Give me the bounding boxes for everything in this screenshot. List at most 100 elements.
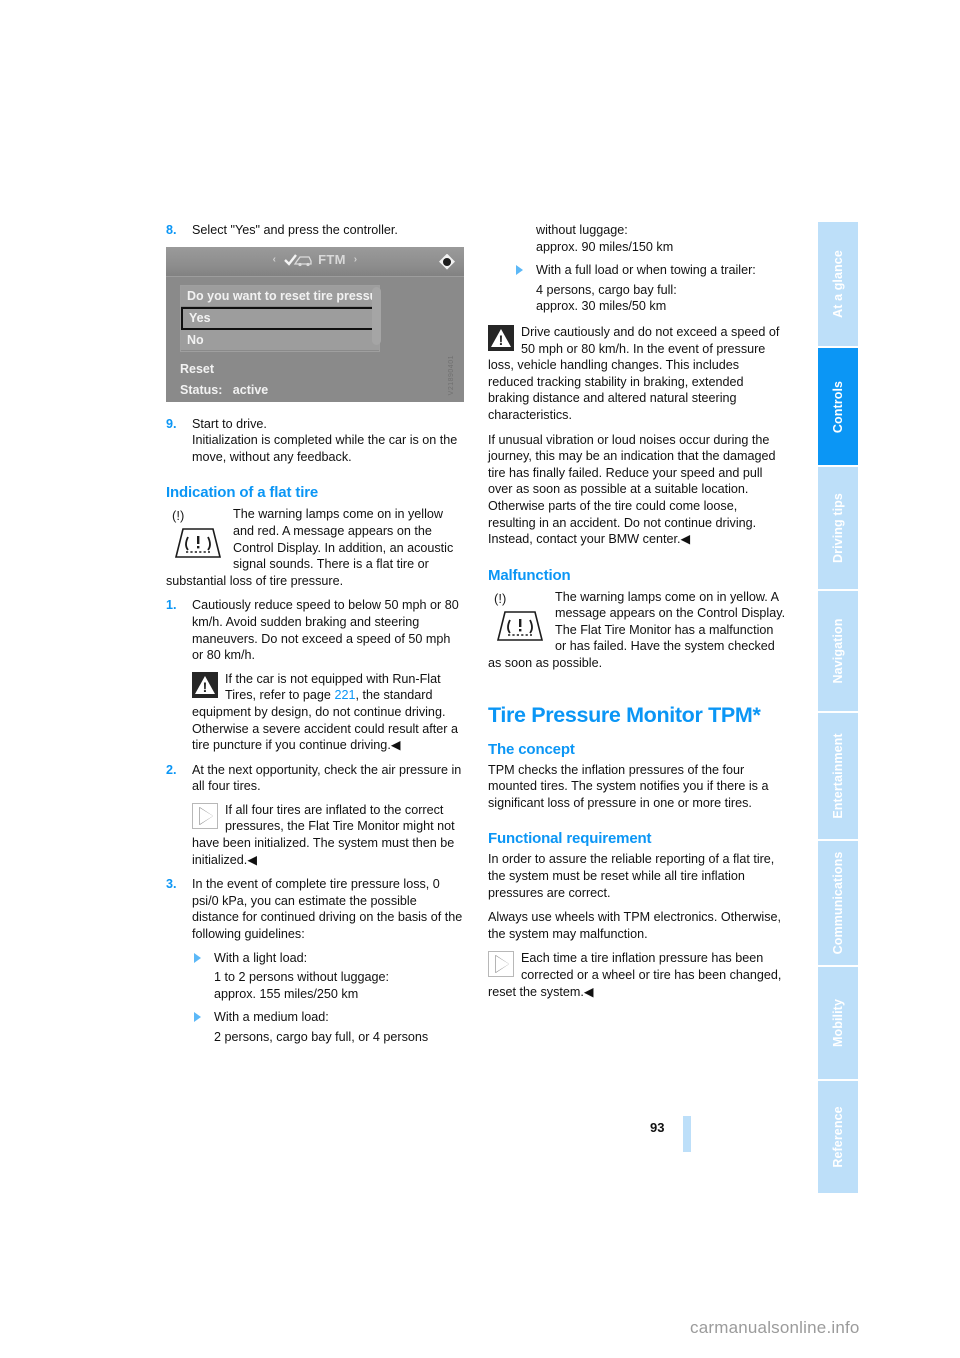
- right-arrow-icon: ›: [353, 253, 358, 265]
- tab-label: Driving tips: [831, 493, 845, 563]
- list-item: With a light load:: [192, 950, 464, 967]
- warning-block-drive-cautiously: ! Drive cautiously and do not exceed a s…: [488, 324, 786, 424]
- note-block-reset-system: Each time a tire inflation pressure has …: [488, 950, 786, 1000]
- exclamation-glyph: !: [498, 331, 504, 348]
- note-block-inflated: If all four tires are inflated to the co…: [192, 802, 464, 868]
- warning-triangle-icon: !: [488, 324, 514, 351]
- step-number: 2.: [166, 762, 177, 777]
- warning-cont-body: If unusual vibration or loud noises occu…: [488, 432, 776, 547]
- step-8: 8. Select "Yes" and press the controller…: [166, 222, 464, 239]
- list-item: With a full load or when towing a traile…: [514, 262, 786, 279]
- ftm-control-display-figure: ‹ FTM › Do you want to reset tire pressu…: [166, 246, 464, 402]
- ftm-title-text: FTM: [318, 251, 346, 267]
- ftm-dialog-list: Do you want to reset tire pressur Yes No: [180, 284, 380, 352]
- step-2: 2. At the next opportunity, check the ai…: [166, 762, 464, 795]
- tab-label: At a glance: [831, 250, 845, 318]
- left-text-column: 8. Select "Yes" and press the controller…: [166, 222, 464, 1046]
- tab-label: Controls: [831, 380, 845, 433]
- ftm-reset-label: Reset: [180, 361, 215, 376]
- flat-tire-intro-block: (!) The warning lamps come on in yellow …: [166, 506, 464, 589]
- malfunction-block: (!) The warning lamps come on in yellow.…: [488, 589, 786, 672]
- step-1: 1. Cautiously reduce speed to below 50 m…: [166, 597, 464, 663]
- step-number: 9.: [166, 416, 177, 431]
- list-item: With a medium load:: [192, 1009, 464, 1026]
- step-number: 1.: [166, 598, 177, 613]
- heading-malfunction: Malfunction: [488, 566, 571, 584]
- ftm-status-line: Status: active: [180, 380, 268, 401]
- right-text-column: without luggage: approx. 90 miles/150 km…: [488, 222, 786, 1008]
- ftm-scrollbar[interactable]: [372, 286, 381, 345]
- tab-label: Navigation: [831, 618, 845, 684]
- warning-triangle-icon: !: [192, 671, 218, 698]
- triangle-bullet-icon: [194, 952, 201, 963]
- figure-code: V21890401: [448, 355, 456, 396]
- manual-page: At a glance Controls Driving tips Naviga…: [0, 0, 960, 1358]
- tab-reference[interactable]: Reference: [818, 1081, 858, 1193]
- bullet-line2: 1 to 2 persons without luggage:: [214, 970, 390, 985]
- svg-text:(!): (!): [172, 508, 184, 523]
- ftm-option-yes[interactable]: Yes: [181, 306, 379, 330]
- bullet-line2: 4 persons, cargo bay full:: [536, 282, 677, 297]
- tab-driving-tips[interactable]: Driving tips: [818, 467, 858, 589]
- warning-block-runflat: ! If the car is not equipped with Run-Fl…: [192, 671, 464, 754]
- tab-controls[interactable]: Controls: [818, 348, 858, 465]
- bullet-detail: 4 persons, cargo bay full: approx. 30 mi…: [514, 282, 786, 315]
- cont-line2: approx. 90 miles/150 km: [536, 239, 674, 254]
- full-load-bullet-group: With a full load or when towing a traile…: [514, 262, 786, 315]
- tab-label: Reference: [831, 1106, 845, 1168]
- end-mark-icon: ◀: [390, 738, 401, 753]
- note-arrow-icon: [488, 951, 514, 978]
- watermark-text: carmanualsonline.info: [690, 1318, 860, 1337]
- ftm-prompt-row: Do you want to reset tire pressur: [181, 285, 379, 307]
- heading-the-concept: The concept: [488, 740, 575, 758]
- note-arrow-icon: [192, 802, 218, 829]
- triangle-bullet-icon: [516, 265, 523, 276]
- load-guideline-bullets: With a light load: 1 to 2 persons withou…: [192, 950, 464, 1046]
- triangle-bullet-icon: [194, 1012, 201, 1023]
- page-number: 93: [650, 1120, 665, 1135]
- bullet-line3: approx. 155 miles/250 km: [214, 986, 359, 1001]
- bullet-detail: 1 to 2 persons without luggage: approx. …: [192, 969, 464, 1002]
- note-text: Each time a tire inflation pressure has …: [488, 951, 782, 999]
- step-3: 3. In the event of complete tire pressur…: [166, 876, 464, 942]
- tab-at-a-glance[interactable]: At a glance: [818, 222, 858, 346]
- bullet-detail: 2 persons, cargo bay full, or 4 persons: [192, 1029, 464, 1046]
- tab-label: Mobility: [831, 998, 845, 1048]
- bullet-line1: With a medium load:: [214, 1010, 329, 1025]
- end-mark-icon: ◀: [680, 532, 691, 547]
- page-reference-link[interactable]: 221: [334, 688, 355, 702]
- ftm-option-no[interactable]: No: [181, 329, 379, 351]
- left-arrow-icon: ‹: [272, 253, 277, 265]
- continued-bullet-detail: without luggage: approx. 90 miles/150 km: [514, 222, 786, 255]
- exclamation-glyph: !: [202, 678, 208, 695]
- tab-mobility[interactable]: Mobility: [818, 967, 858, 1079]
- heading-functional-requirement: Functional requirement: [488, 830, 652, 848]
- step-text: Select "Yes" and press the controller.: [192, 223, 398, 237]
- step-number: 8.: [166, 223, 177, 237]
- tab-entertainment[interactable]: Entertainment: [818, 713, 858, 839]
- step-text: At the next opportunity, check the air p…: [192, 762, 462, 794]
- bullet-line3: approx. 30 miles/50 km: [536, 299, 667, 314]
- ftm-status-value: active: [232, 382, 269, 397]
- step-text: In the event of complete tire pressure l…: [192, 877, 463, 942]
- step-text-line1: Start to drive.: [192, 416, 267, 431]
- bullet-line2: 2 persons, cargo bay full, or 4 persons: [214, 1030, 429, 1044]
- flat-tire-telltale-icon: (!): [166, 507, 226, 563]
- tab-label: Communications: [831, 851, 845, 955]
- step-text-line2: Initialization is completed while the ca…: [192, 433, 458, 464]
- tab-navigation[interactable]: Navigation: [818, 591, 858, 711]
- chapter-title-tpm: Tire Pressure Monitor TPM*: [488, 702, 761, 727]
- bullet-line1: With a light load:: [214, 950, 308, 965]
- concept-paragraph: TPM checks the inflation pressures of th…: [488, 762, 769, 810]
- cont-line1: without luggage:: [536, 223, 628, 237]
- end-mark-icon: ◀: [583, 984, 594, 999]
- step-number: 3.: [166, 877, 177, 892]
- step-9: 9. Start to drive. Initialization is com…: [166, 416, 464, 466]
- chapter-tab-rail: At a glance Controls Driving tips Naviga…: [818, 222, 858, 1193]
- functional-paragraph-1: In order to assure the reliable reportin…: [488, 852, 775, 900]
- functional-paragraph-2: Always use wheels with TPM electronics. …: [488, 910, 782, 941]
- tab-communications[interactable]: Communications: [818, 841, 858, 965]
- car-check-icon: [284, 253, 314, 267]
- bullet-line1: With a full load or when towing a traile…: [536, 263, 756, 278]
- ftm-title-row: ‹ FTM ›: [166, 252, 464, 269]
